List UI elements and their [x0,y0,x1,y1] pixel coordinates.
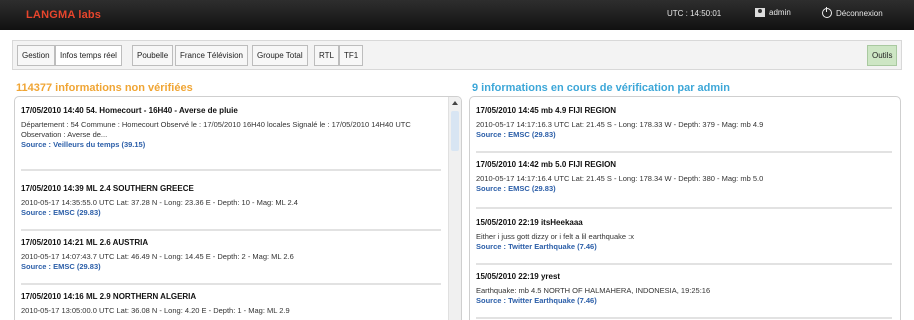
item-body: Either i juss gott dizzy or i felt a lil… [476,232,634,241]
item-body: Earthquake: mb 4.5 NORTH OF HALMAHERA, I… [476,286,711,295]
scroll-thumb[interactable] [451,111,459,151]
list-item[interactable]: 17/05/2010 14:16 ML 2.9 NORTHERN ALGERIA… [21,291,441,320]
item-title: 17/05/2010 14:16 ML 2.9 NORTHERN ALGERIA [21,292,197,301]
item-title: 17/05/2010 14:40 54. Homecourt - 16H40 -… [21,106,238,115]
tab-groupe-total[interactable]: Groupe Total [252,45,308,66]
item-title: 15/05/2010 22:19 itsHeekaaa [476,218,583,227]
list-item[interactable]: 17/05/2010 14:39 ML 2.4 SOUTHERN GREECE … [21,183,441,231]
item-title: 17/05/2010 14:39 ML 2.4 SOUTHERN GREECE [21,184,194,193]
tab-gestion[interactable]: Gestion [17,45,55,66]
user-name: admin [769,8,791,17]
item-body: Département : 54 Commune : Homecourt Obs… [21,120,411,139]
brand-logo: LANGMA labs [26,9,102,21]
logout-button[interactable]: Déconnexion [822,7,883,18]
item-source[interactable]: Source : EMSC (29.83) [21,208,441,218]
item-body: 2010-05-17 14:17:16.4 UTC Lat: 21.45 S -… [476,174,764,183]
item-title: 15/05/2010 22:19 yrest [476,272,561,281]
user-icon [755,8,765,17]
unverified-list[interactable]: 17/05/2010 14:40 54. Homecourt - 16H40 -… [14,96,462,320]
item-title: 17/05/2010 14:21 ML 2.6 AUSTRIA [21,238,149,247]
unverified-heading: 114377 informations non vérifiées [16,82,193,94]
list-item[interactable]: 17/05/2010 14:42 mb 5.0 FIJI REGION 2010… [476,159,892,209]
item-source[interactable]: Source : Twitter Earthquake (7.46) [476,242,892,252]
power-icon [822,7,832,18]
item-body: 2010-05-17 14:35:55.0 UTC Lat: 37.28 N -… [21,198,298,207]
item-body: 2010-05-17 13:05:00.0 UTC Lat: 36.08 N -… [21,306,290,315]
item-source[interactable]: Source : Twitter Earthquake (7.46) [476,296,892,306]
verifying-list[interactable]: 17/05/2010 14:45 mb 4.9 FIJI REGION 2010… [469,96,901,320]
tab-rtl[interactable]: RTL [314,45,339,66]
verifying-heading: 9 informations en cours de vérification … [472,82,730,94]
utc-clock: UTC : 14:50:01 [667,9,722,18]
item-source[interactable]: Source : EMSC (29.83) [476,130,892,140]
tab-bar: Gestion Infos temps réel Poubelle France… [12,40,902,70]
tab-france-television[interactable]: France Télévision [175,45,248,66]
item-title: 17/05/2010 14:42 mb 5.0 FIJI REGION [476,160,617,169]
logout-label: Déconnexion [836,8,883,18]
tools-button[interactable]: Outils [867,45,898,66]
item-source[interactable]: Source : Veilleurs du temps (39.15) [21,140,441,150]
list-item[interactable]: 17/05/2010 14:21 ML 2.6 AUSTRIA 2010-05-… [21,237,441,285]
list-item[interactable]: 17/05/2010 14:45 mb 4.9 FIJI REGION 2010… [476,105,892,153]
list-item[interactable]: 15/05/2010 22:19 yrest Earthquake: mb 4.… [476,271,892,319]
list-item[interactable]: 15/05/2010 22:19 itsHeekaaa Either i jus… [476,217,892,265]
item-body: 2010-05-17 14:17:16.3 UTC Lat: 21.45 S -… [476,120,764,129]
tab-poubelle[interactable]: Poubelle [132,45,174,66]
tab-tf1[interactable]: TF1 [339,45,364,66]
tab-infos-temps-reel[interactable]: Infos temps réel [55,45,122,66]
user-menu[interactable]: admin [755,8,791,17]
item-source[interactable]: Source : EMSC (29.83) [21,262,441,272]
item-title: 17/05/2010 14:45 mb 4.9 FIJI REGION [476,106,617,115]
scrollbar[interactable] [448,97,461,320]
top-bar: LANGMA labs UTC : 14:50:01 admin Déconne… [0,0,914,30]
list-item[interactable]: 17/05/2010 14:40 54. Homecourt - 16H40 -… [21,105,441,171]
scroll-up-icon[interactable] [452,101,458,105]
item-source[interactable]: Source : EMSC (29.83) [476,184,892,194]
item-body: 2010-05-17 14:07:43.7 UTC Lat: 46.49 N -… [21,252,294,261]
